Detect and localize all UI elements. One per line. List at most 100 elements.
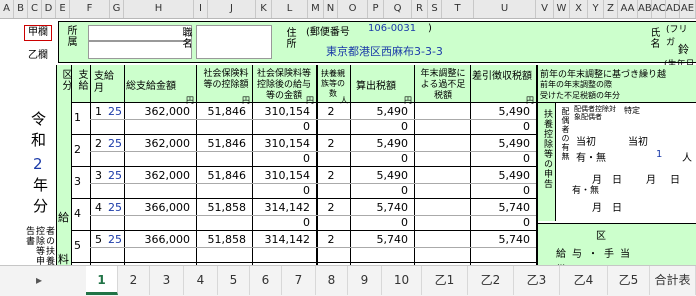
- cell-total[interactable]: 362,000: [124, 105, 191, 118]
- cell-zero_tax[interactable]: 0: [350, 120, 408, 133]
- column-header-u[interactable]: U: [474, 0, 536, 18]
- column-header-t[interactable]: T: [442, 0, 474, 18]
- shozoku-field-1[interactable]: [88, 25, 192, 41]
- column-header-j[interactable]: J: [208, 0, 256, 18]
- pay-day[interactable]: 25: [108, 169, 122, 182]
- shokumei-field[interactable]: [196, 25, 272, 59]
- cell-zero_collect[interactable]: 0: [470, 184, 530, 197]
- sheet-tab-otsu1[interactable]: 乙1: [422, 266, 468, 295]
- cell-total[interactable]: 366,000: [124, 201, 191, 214]
- cell-tax[interactable]: 5,740: [350, 233, 409, 246]
- nin-count[interactable]: 1: [656, 149, 662, 160]
- sheet-tab-otsu4[interactable]: 乙4: [560, 266, 608, 295]
- shozoku-field-2[interactable]: [88, 41, 192, 59]
- name-value[interactable]: 鈴: [678, 41, 689, 57]
- column-header-o[interactable]: O: [338, 0, 368, 18]
- cell-total[interactable]: 362,000: [124, 169, 191, 182]
- column-header-b[interactable]: B: [14, 0, 28, 18]
- cell-deps[interactable]: 2: [318, 233, 344, 246]
- column-header-w[interactable]: W: [554, 0, 570, 18]
- sheet-tab-summary[interactable]: 合計表: [650, 266, 696, 295]
- cell-after[interactable]: 310,154: [252, 105, 311, 118]
- tab-scroll-right-icon[interactable]: ▸: [36, 273, 42, 287]
- column-header-v[interactable]: V: [536, 0, 554, 18]
- sheet-tab-4[interactable]: 4: [184, 266, 218, 295]
- cell-zero_collect[interactable]: 0: [470, 216, 530, 229]
- column-header-q[interactable]: Q: [384, 0, 412, 18]
- pay-month[interactable]: 1: [95, 105, 102, 118]
- column-header-l[interactable]: L: [272, 0, 308, 18]
- cell-zero_after[interactable]: 0: [252, 216, 310, 229]
- cell-hoken[interactable]: 51,858: [196, 233, 247, 246]
- sheet-tab-1[interactable]: 1: [86, 266, 118, 295]
- sheet-tab-otsu2[interactable]: 乙2: [468, 266, 514, 295]
- pay-day[interactable]: 25: [108, 233, 122, 246]
- pay-day[interactable]: 25: [108, 105, 122, 118]
- sheet-tab-otsu5[interactable]: 乙5: [608, 266, 650, 295]
- sheet-tab-9[interactable]: 9: [348, 266, 382, 295]
- cell-deps[interactable]: 2: [318, 105, 344, 118]
- cell-zero_after[interactable]: 0: [252, 120, 310, 133]
- column-header-p[interactable]: P: [368, 0, 384, 18]
- address-value[interactable]: 東京都港区西麻布3-3-3: [326, 43, 443, 59]
- column-header-ac[interactable]: AC: [652, 0, 666, 18]
- cell-zero_after[interactable]: 0: [252, 184, 310, 197]
- cell-zero_after[interactable]: 0: [252, 152, 310, 165]
- column-header-ab[interactable]: AB: [638, 0, 652, 18]
- pay-month[interactable]: 3: [95, 169, 102, 182]
- column-header-x[interactable]: X: [570, 0, 588, 18]
- cell-tax[interactable]: 5,490: [350, 105, 409, 118]
- cell-tax[interactable]: 5,490: [350, 169, 409, 182]
- cell-tax[interactable]: 5,740: [350, 201, 409, 214]
- pay-month[interactable]: 2: [95, 137, 102, 150]
- cell-collect[interactable]: 5,740: [470, 201, 531, 214]
- cell-collect[interactable]: 5,490: [470, 137, 531, 150]
- cell-zero_collect[interactable]: 0: [470, 120, 530, 133]
- column-header-i[interactable]: I: [194, 0, 208, 18]
- cell-after[interactable]: 314,142: [252, 233, 311, 246]
- postal-value[interactable]: 106-0031: [368, 23, 416, 34]
- column-header-d[interactable]: D: [42, 0, 56, 18]
- sheet-tab-10[interactable]: 10: [382, 266, 422, 295]
- umu-value-1[interactable]: 有・無: [576, 149, 606, 164]
- column-header-a[interactable]: A: [0, 0, 14, 18]
- column-header-m[interactable]: M: [308, 0, 324, 18]
- cell-collect[interactable]: 5,490: [470, 169, 531, 182]
- umu-value-2[interactable]: 有・無: [572, 183, 599, 196]
- cell-zero_tax[interactable]: 0: [350, 152, 408, 165]
- column-header-h[interactable]: H: [124, 0, 194, 18]
- sheet-tab-3[interactable]: 3: [150, 266, 184, 295]
- cell-after[interactable]: 310,154: [252, 169, 311, 182]
- cell-deps[interactable]: 2: [318, 169, 344, 182]
- era-year[interactable]: 2: [33, 155, 43, 173]
- column-header-k[interactable]: K: [256, 0, 272, 18]
- sheet-tab-otsu3[interactable]: 乙3: [514, 266, 560, 295]
- cell-hoken[interactable]: 51,858: [196, 201, 247, 214]
- cell-total[interactable]: 366,000: [124, 233, 191, 246]
- cell-hoken[interactable]: 51,846: [196, 105, 247, 118]
- cell-deps[interactable]: 2: [318, 201, 344, 214]
- column-header-ad[interactable]: AD: [666, 0, 681, 18]
- column-header-y[interactable]: Y: [588, 0, 604, 18]
- cell-hoken[interactable]: 51,846: [196, 169, 247, 182]
- pay-month[interactable]: 5: [95, 233, 102, 246]
- column-header-z[interactable]: Z: [604, 0, 618, 18]
- sheet-tab-8[interactable]: 8: [316, 266, 348, 295]
- column-header-ae[interactable]: AE: [680, 0, 696, 18]
- cell-total[interactable]: 362,000: [124, 137, 191, 150]
- pay-day[interactable]: 25: [108, 137, 122, 150]
- sheet-tab-6[interactable]: 6: [250, 266, 282, 295]
- cell-zero_tax[interactable]: 0: [350, 184, 408, 197]
- column-header-f[interactable]: F: [70, 0, 110, 18]
- cell-tax[interactable]: 5,490: [350, 137, 409, 150]
- cell-after[interactable]: 314,142: [252, 201, 311, 214]
- sheet-tab-2[interactable]: 2: [118, 266, 150, 295]
- column-header-e[interactable]: E: [56, 0, 70, 18]
- cell-collect[interactable]: 5,490: [470, 105, 531, 118]
- column-header-r[interactable]: R: [412, 0, 428, 18]
- sheet-tab-5[interactable]: 5: [218, 266, 250, 295]
- cell-zero_collect[interactable]: 0: [470, 152, 530, 165]
- cell-hoken[interactable]: 51,846: [196, 137, 247, 150]
- cell-collect[interactable]: 5,740: [470, 233, 531, 246]
- column-header-c[interactable]: C: [28, 0, 42, 18]
